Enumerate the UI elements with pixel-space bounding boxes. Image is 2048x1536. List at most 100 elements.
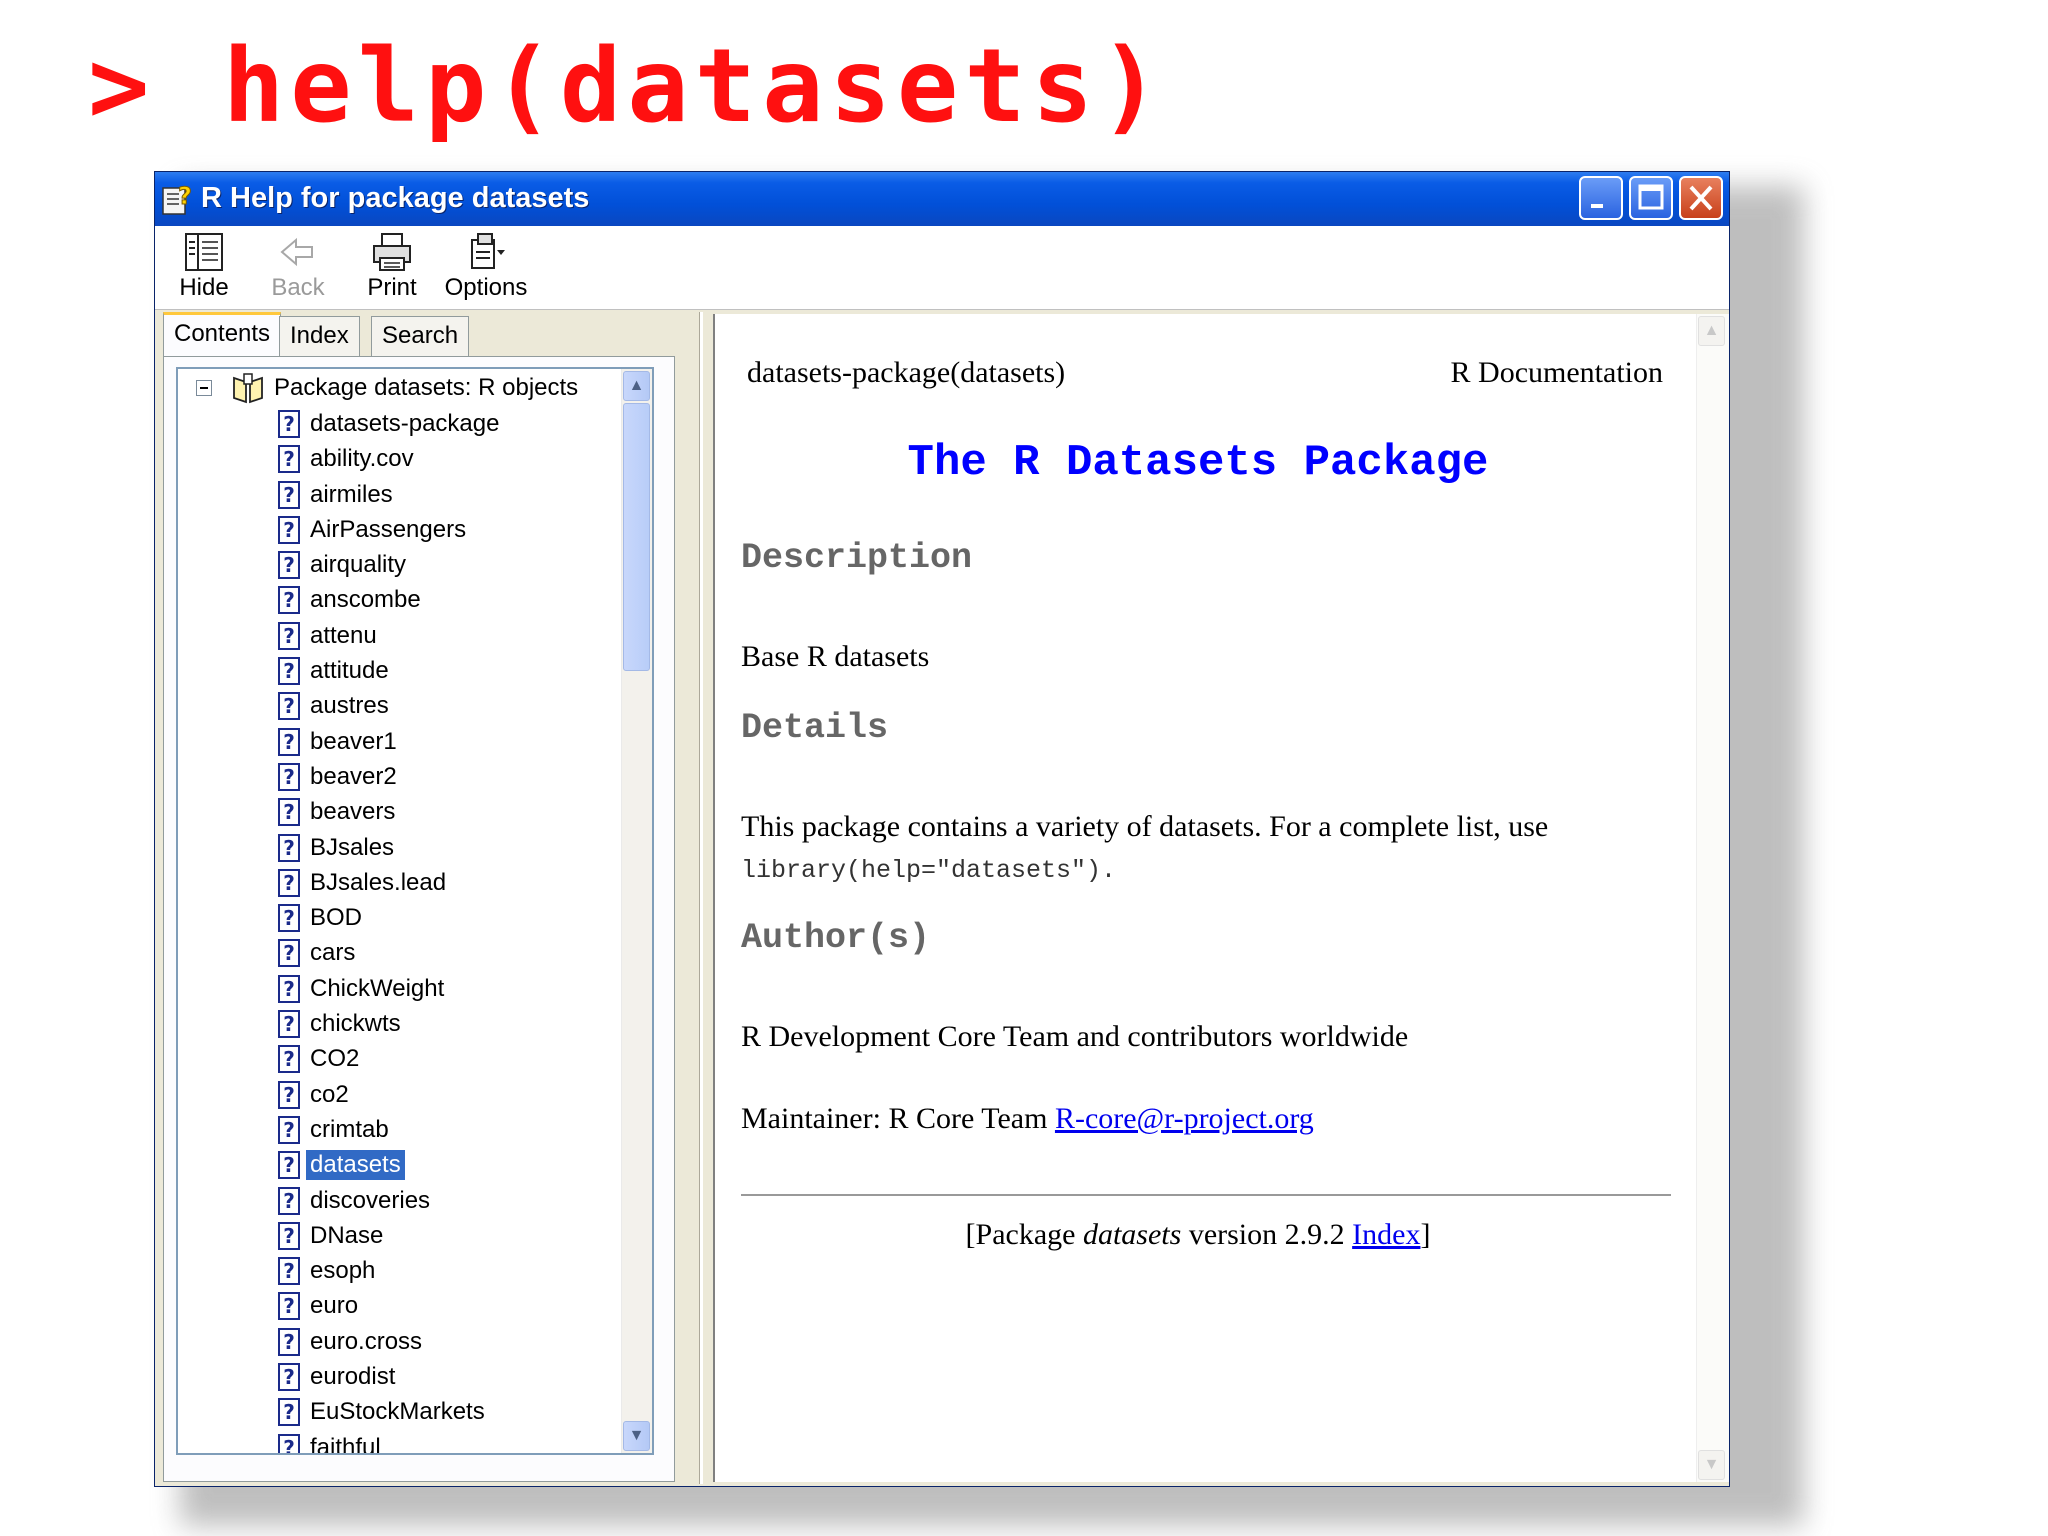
details-heading: Details [741,708,889,748]
help-topic-icon: ? [278,1292,300,1321]
details-code: library(help="datasets"). [741,856,1117,885]
pane-splitter[interactable] [695,312,713,1484]
tree-item-label: beaver1 [310,727,397,755]
hide-button[interactable]: Hide [161,230,247,306]
tree-item[interactable]: ? discoveries [178,1184,652,1219]
tree-item[interactable]: ? beavers [178,795,652,830]
tree-item-label: esoph [310,1257,376,1285]
tree-item[interactable]: ? co2 [178,1078,652,1113]
tree-item[interactable]: ? faithful [178,1431,652,1455]
doc-name: datasets-package(datasets) [747,356,1066,389]
tree-item-label: attitude [310,657,389,685]
help-topic-icon: ? [278,1363,300,1392]
tree-item-label: datasets [306,1150,405,1181]
tree-item-label: BJsales [310,833,395,861]
footer-prefix: [Package [965,1218,1083,1251]
document-pane: datasets-package(datasets) R Documentati… [713,314,1729,1482]
tree-item[interactable]: ? chickwts [178,1007,652,1042]
tree-item[interactable]: ? datasets [178,1148,652,1183]
tree-item[interactable]: ? attitude [178,654,652,689]
help-topic-icon: ? [278,762,300,791]
tree-item[interactable]: ? AirPassengers [178,513,652,548]
help-topic-icon: ? [278,586,300,615]
collapse-icon[interactable] [196,380,212,396]
doc-scroll-down-icon[interactable]: ▼ [1698,1450,1725,1480]
hide-label: Hide [179,274,229,301]
description-text: Base R datasets [741,640,930,673]
tree-scrollbar[interactable]: ▲ ▼ [621,369,652,1453]
tree-item[interactable]: ? EuStockMarkets [178,1395,652,1430]
contents-tree[interactable]: Package datasets: R objects ? datasets-pa… [176,367,654,1455]
tree-item[interactable]: ? beaver2 [178,760,652,795]
scroll-down-icon[interactable]: ▼ [623,1421,650,1451]
tree-item-label: datasets-package [310,410,500,437]
scrollbar-thumb[interactable] [623,403,650,671]
tab-search[interactable]: Search [371,316,470,358]
navigation-pane: Contents Index Search Package datasets: [155,312,695,1484]
tree-item[interactable]: ? BJsales [178,831,652,866]
help-topic-icon: ? [278,551,300,580]
tree-item[interactable]: ? CO2 [178,1042,652,1077]
tree-item[interactable]: ? attenu [178,619,652,654]
tree-item[interactable]: ? BOD [178,901,652,936]
tree-item-label: CO2 [310,1045,360,1073]
tree-item[interactable]: ? ChickWeight [178,972,652,1007]
tree-item[interactable]: ? cars [178,936,652,971]
tree-item-label: austres [310,692,389,720]
tab-index[interactable]: Index [279,316,360,358]
help-topic-icon: ? [278,798,300,827]
contents-panel: Package datasets: R objects ? datasets-pa… [163,356,675,1482]
tree-item[interactable]: ? airquality [178,548,652,583]
title-bar[interactable]: ? R Help for package datasets [155,172,1729,226]
tree-item[interactable]: ? eurodist [178,1360,652,1395]
tree-item[interactable]: ? austres [178,689,652,724]
tree-item[interactable]: ? datasets-package [178,407,652,442]
doc-rdoc-label: R Documentation [1450,356,1663,389]
help-topic-icon: ? [278,833,300,862]
toolbar: Hide Back Print Options [155,226,1729,310]
scroll-up-icon[interactable]: ▲ [623,371,650,401]
tree-item-label: faithful [310,1433,381,1455]
print-button[interactable]: Print [349,230,435,306]
maintainer-line: Maintainer: R Core Team R-core@r-project… [741,1102,1314,1136]
tree-item[interactable]: ? crimtab [178,1113,652,1148]
help-topic-icon: ? [278,1186,300,1215]
r-command-text: > help(datasets) [88,27,1167,146]
help-topic-icon: ? [278,1257,300,1286]
options-button[interactable]: Options [443,230,529,306]
tree-item[interactable]: ? anscombe [178,583,652,618]
options-icon [443,232,529,272]
maintainer-prefix: Maintainer: R Core Team [741,1102,1055,1135]
tree-item[interactable]: ? ability.cov [178,442,652,477]
close-button[interactable] [1679,176,1723,220]
document-scrollbar[interactable]: ▲ ▼ [1696,314,1729,1482]
tree-item[interactable]: ? BJsales.lead [178,866,652,901]
hide-icon [161,232,247,272]
tree-item[interactable]: ? beaver1 [178,725,652,760]
help-topic-icon: ? [278,1151,300,1180]
help-topic-icon: ? [278,692,300,721]
footer-version: version 2.9.2 [1181,1218,1353,1251]
tree-item[interactable]: ? euro.cross [178,1325,652,1360]
doc-footer: [Package datasets version 2.9.2 Index] [715,1218,1681,1252]
index-link[interactable]: Index [1352,1218,1420,1251]
author-text: R Development Core Team and contributors… [741,1020,1409,1053]
tree-item-label: euro [310,1292,359,1320]
printer-icon [349,232,435,272]
tree-item[interactable]: ? DNase [178,1219,652,1254]
tab-contents[interactable]: Contents [163,312,282,358]
maintainer-email-link[interactable]: R-core@r-project.org [1055,1102,1314,1135]
tree-item-label: chickwts [310,1010,401,1038]
doc-title: The R Datasets Package [907,438,1489,488]
back-button[interactable]: Back [255,230,341,306]
description-heading: Description [741,538,973,578]
doc-scroll-up-icon[interactable]: ▲ [1698,316,1725,346]
maximize-button[interactable] [1629,176,1673,220]
minimize-button[interactable] [1579,176,1623,220]
footer-package-name: datasets [1082,1218,1182,1251]
tree-item[interactable]: ? airmiles [178,478,652,513]
help-window: ? R Help for package datasets Hide Back … [154,171,1730,1487]
help-topic-icon: ? [278,1115,300,1144]
tree-item[interactable]: ? euro [178,1289,652,1324]
tree-item[interactable]: ? esoph [178,1254,652,1289]
